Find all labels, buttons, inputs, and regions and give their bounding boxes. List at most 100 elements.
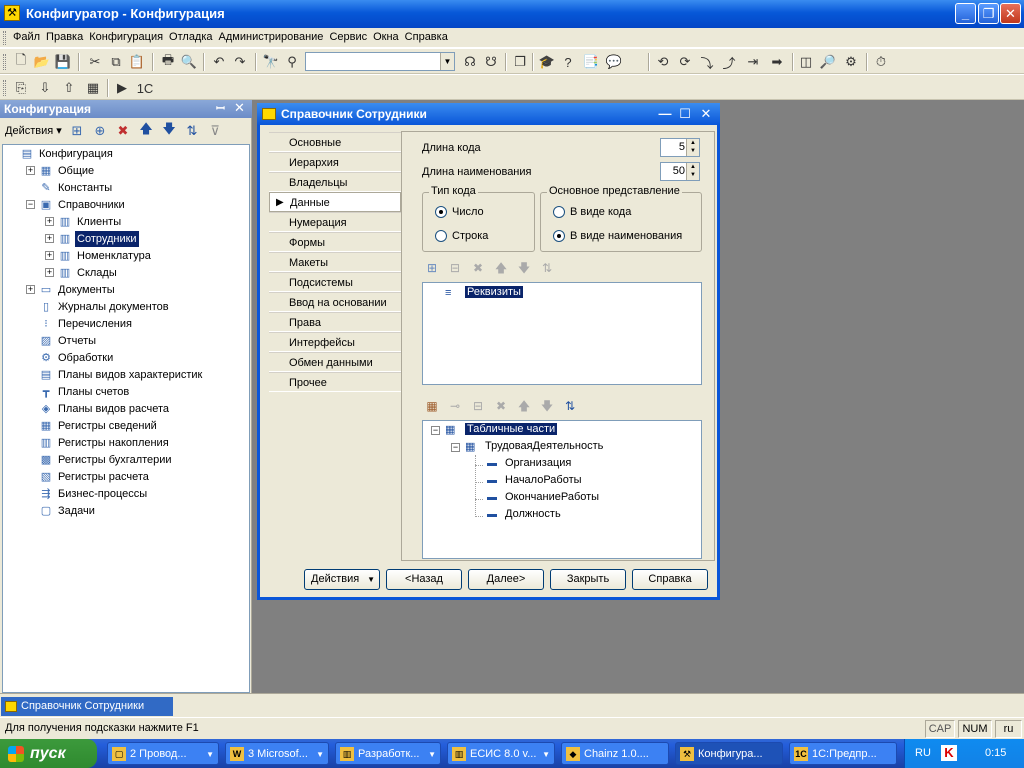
preview-icon[interactable]: 🔍 — [180, 53, 198, 71]
tabular-parts-tree[interactable]: − ▦ Табличные части − ▦ ТрудоваяДеятельн… — [422, 420, 702, 559]
add-table-icon[interactable]: ▦ — [424, 398, 440, 414]
delete-icon[interactable]: ✖ — [470, 260, 486, 276]
menu-item-4[interactable]: Администрирование — [216, 31, 327, 43]
tabular-child[interactable]: ТрудоваяДеятельность — [485, 440, 603, 452]
1c-icon[interactable]: 1С — [136, 79, 154, 97]
code-type-string[interactable]: Строка — [435, 229, 488, 243]
add-icon[interactable]: ⊞ — [68, 122, 86, 140]
add-icon[interactable]: ⊞ — [424, 260, 440, 276]
move-up-icon[interactable]: 🡅 — [493, 260, 509, 276]
move-down-icon[interactable]: 🡇 — [539, 398, 555, 414]
undo-icon[interactable]: ↶ — [210, 53, 228, 71]
expand-icon[interactable]: + — [26, 166, 35, 175]
close-dialog-button[interactable]: Закрыть — [550, 569, 626, 590]
start-button[interactable]: пуск — [0, 739, 97, 768]
taskbar-task[interactable]: W 3 Microsof... ▼ — [225, 742, 329, 765]
window-tab-catalog[interactable]: Справочник Сотрудники — [1, 697, 173, 716]
window-icon[interactable]: ❐ — [511, 53, 529, 71]
tray-lang[interactable]: RU — [915, 747, 931, 759]
menu-item-2[interactable]: Конфигурация — [86, 31, 166, 43]
paste-icon[interactable]: 📋 — [128, 53, 146, 71]
spinner-icon[interactable]: ▲ ▼ — [686, 163, 699, 180]
spinner-icon[interactable]: ▲ ▼ — [686, 139, 699, 156]
move-down-icon[interactable]: 🡇 — [516, 260, 532, 276]
tab-10[interactable]: Интерфейсы — [269, 332, 401, 352]
menu-item-5[interactable]: Сервис — [326, 31, 370, 43]
tab-5[interactable]: Формы — [269, 232, 401, 252]
expand-icon[interactable]: + — [26, 285, 35, 294]
tab-4[interactable]: Нумерация — [269, 212, 401, 232]
copy-icon[interactable]: ⧉ — [107, 53, 125, 71]
add-child-icon[interactable]: ⊕ — [91, 122, 109, 140]
dialog-close-icon[interactable]: ✕ — [697, 105, 715, 123]
attributes-root[interactable]: Реквизиты — [464, 285, 524, 299]
add-field-icon[interactable]: ⊸ — [447, 398, 463, 414]
move-up-icon[interactable]: 🡅 — [137, 121, 155, 140]
dialog-maximize-icon[interactable]: ☐ — [676, 105, 694, 123]
maximize-button[interactable]: ❐ — [978, 3, 999, 24]
timer-icon[interactable]: ⏱ — [872, 53, 890, 71]
minimize-button[interactable]: _ — [955, 3, 976, 24]
print-icon[interactable]: 🖶 — [159, 52, 177, 71]
tab-7[interactable]: Подсистемы — [269, 272, 401, 292]
save-icon[interactable]: 💾 — [54, 53, 72, 71]
actions-button[interactable]: Действия ▼ — [304, 569, 380, 590]
config-compare-icon[interactable]: ⎘ — [12, 79, 30, 97]
tab-3[interactable]: ▶ Данные — [269, 192, 401, 212]
edit-icon[interactable]: ⊟ — [447, 260, 463, 276]
tab-1[interactable]: Иерархия — [269, 152, 401, 172]
tabular-root[interactable]: Табличные части — [463, 422, 559, 436]
sort-icon[interactable]: ⇅ — [183, 122, 201, 140]
tab-0[interactable]: Основные — [269, 132, 401, 152]
next-button[interactable]: Далее> — [468, 569, 544, 590]
taskbar-task[interactable]: 1С 1С:Предпр... — [789, 742, 897, 765]
collapse-icon[interactable]: − — [451, 443, 460, 452]
help-button[interactable]: Справка — [632, 569, 708, 590]
taskbar-task[interactable]: ▢ 2 Провод... ▼ — [107, 742, 219, 765]
expand-icon[interactable]: + — [45, 234, 54, 243]
tab-8[interactable]: Ввод на основании — [269, 292, 401, 312]
debug-step-in-icon[interactable]: ⤵ — [698, 53, 716, 71]
delete-icon[interactable]: ✖ — [493, 398, 509, 414]
debug-step-icon[interactable]: ⟳ — [676, 53, 694, 71]
search-next-icon[interactable]: ☋ — [482, 53, 500, 71]
watch-icon[interactable]: ◫ — [797, 53, 815, 71]
dialog-minimize-icon[interactable]: — — [656, 105, 674, 123]
evaluate-icon[interactable]: 🔎 — [819, 53, 837, 71]
move-down-icon[interactable]: 🡇 — [160, 121, 178, 140]
sort-icon[interactable]: ⇅ — [562, 398, 578, 414]
name-length-field[interactable]: 50 ▲ ▼ — [660, 162, 700, 181]
config-load-icon[interactable]: ⇩ — [36, 79, 54, 97]
expand-icon[interactable]: + — [45, 217, 54, 226]
debug-start-icon[interactable]: ⟲ — [654, 53, 672, 71]
chevron-down-icon[interactable]: ▼ — [440, 53, 454, 70]
menu-item-0[interactable]: Файл — [10, 31, 43, 43]
back-button[interactable]: <Назад — [386, 569, 462, 590]
breakpoints-icon[interactable]: ⚙ — [842, 53, 860, 71]
tabular-field[interactable]: НачалоРаботы — [505, 474, 582, 486]
repr-as-name[interactable]: В виде наименования — [553, 229, 682, 243]
new-icon[interactable]: 🗋 — [12, 52, 30, 71]
tabular-field[interactable]: Организация — [505, 457, 571, 469]
lang-indicator[interactable]: ru — [995, 720, 1022, 738]
tab-6[interactable]: Макеты — [269, 252, 401, 272]
taskbar-task[interactable]: ⚒ Конфигура... — [675, 742, 783, 765]
tab-12[interactable]: Прочее — [269, 372, 401, 392]
config-db-icon[interactable]: ▦ — [84, 79, 102, 97]
help-icon[interactable]: ? — [559, 53, 577, 71]
taskbar-task[interactable]: ▥ ЕСИС 8.0 v... ▼ — [447, 742, 555, 765]
search-prev-icon[interactable]: ☊ — [461, 53, 479, 71]
delete-icon[interactable]: ✖ — [114, 122, 132, 140]
syntax-helper-icon[interactable]: 📑 — [582, 53, 600, 71]
code-type-number[interactable]: Число — [435, 205, 484, 219]
antivirus-icon[interactable]: K — [941, 745, 957, 761]
filter-icon[interactable]: ⊽ — [206, 122, 224, 140]
wizard-icon[interactable]: 🎓 — [538, 53, 556, 71]
move-up-icon[interactable]: 🡅 — [516, 398, 532, 414]
edit-icon[interactable]: ⊟ — [470, 398, 486, 414]
tabular-field[interactable]: Должность — [505, 508, 561, 520]
taskbar-task[interactable]: ◆ Chainz 1.0.... — [561, 742, 669, 765]
tabular-field[interactable]: ОкончаниеРаботы — [505, 491, 599, 503]
run-enterprise-icon[interactable]: ▶ — [113, 79, 131, 97]
open-icon[interactable]: 📂 — [33, 53, 51, 71]
